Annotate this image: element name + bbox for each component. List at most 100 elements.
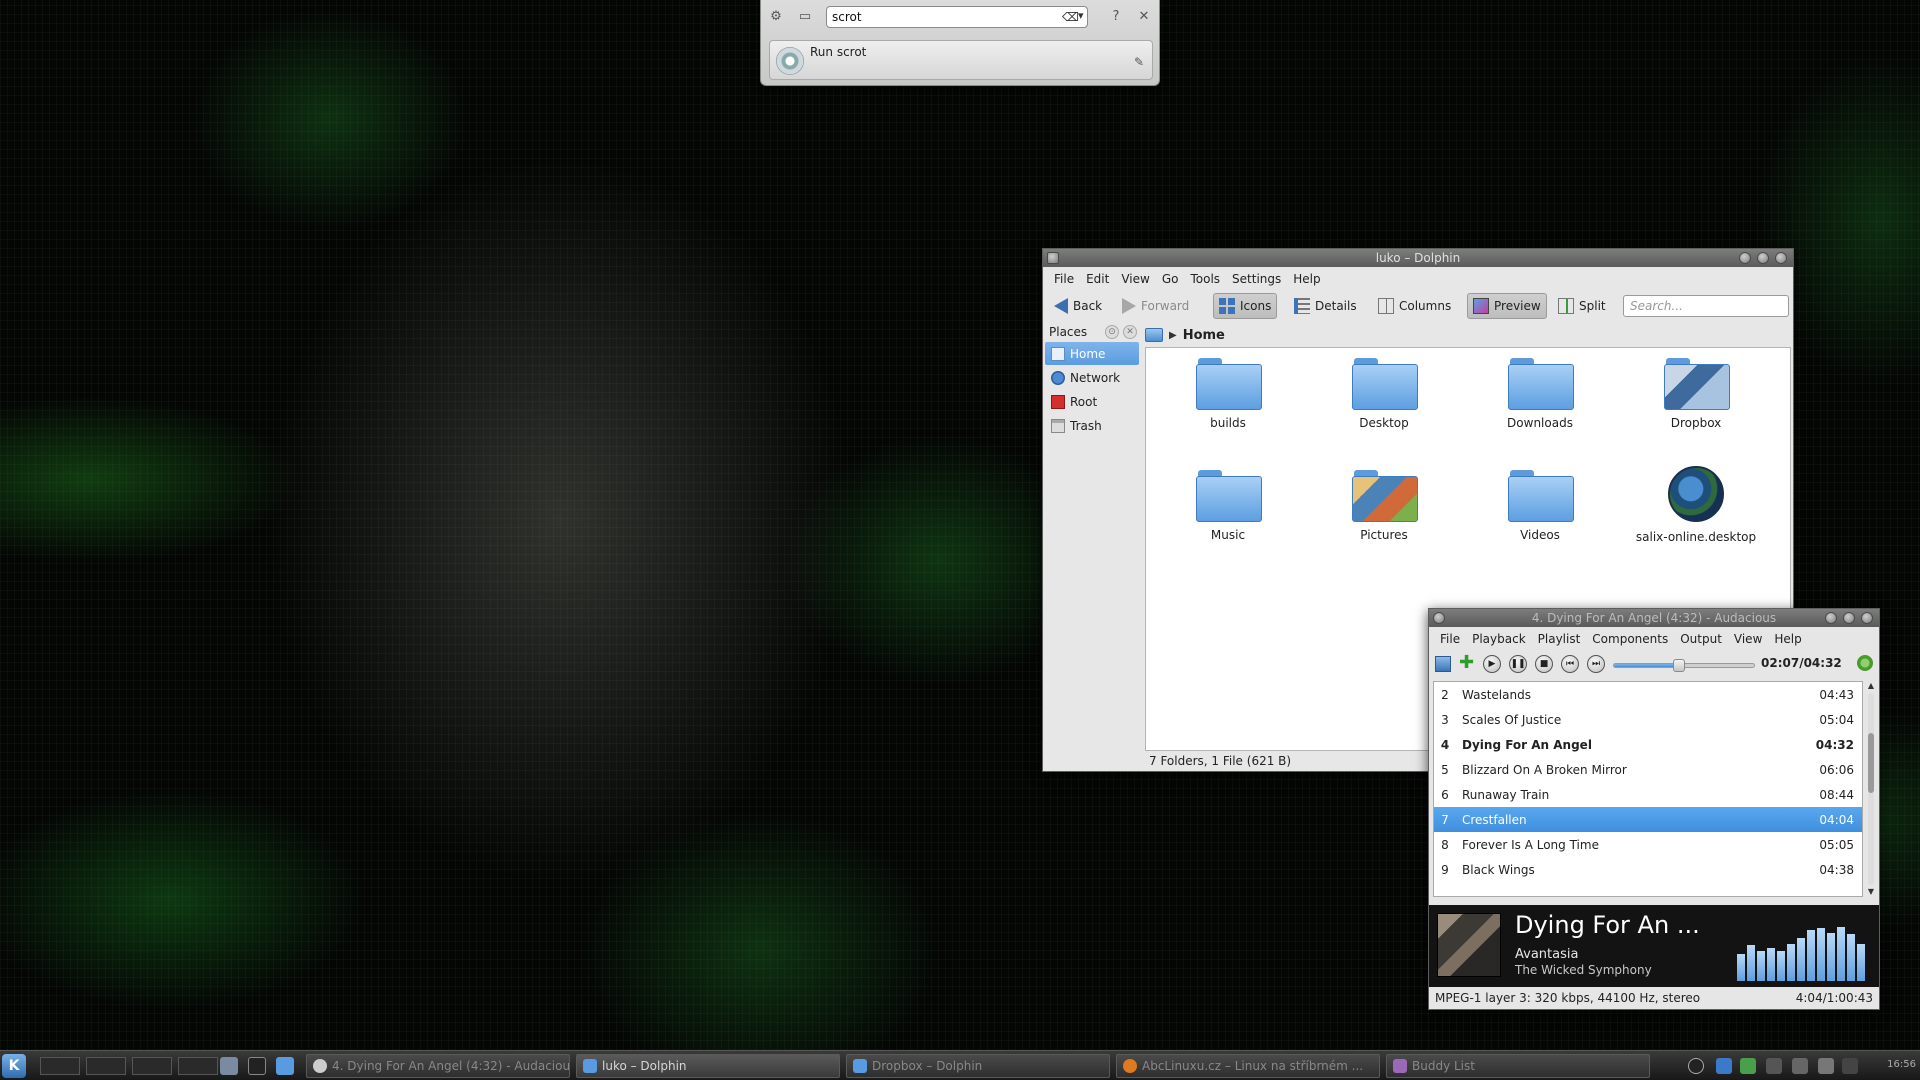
playlist-row[interactable]: 2 Wastelands 04:43 (1434, 682, 1862, 707)
help-icon[interactable]: ? (1108, 9, 1124, 25)
playlist-row[interactable]: 3 Scales Of Justice 05:04 (1434, 707, 1862, 732)
menu-view[interactable]: View (1729, 629, 1767, 651)
previous-button[interactable]: ⏮ (1561, 655, 1579, 673)
krunner-search-input[interactable] (826, 6, 1088, 28)
task-audacious[interactable]: 4. Dying For An Angel (4:32) - Audacious (306, 1054, 570, 1078)
breadcrumb-home-icon[interactable] (1145, 328, 1163, 342)
icons-view-button[interactable]: Icons (1213, 293, 1278, 319)
configure-icon[interactable]: ✎ (1134, 55, 1144, 69)
launcher-files-icon[interactable] (220, 1057, 238, 1075)
open-files-icon[interactable] (1435, 656, 1451, 672)
network-tray-icon[interactable] (1740, 1058, 1756, 1074)
info-tray-icon[interactable] (1688, 1058, 1704, 1074)
playlist-row[interactable]: 4 Dying For An Angel 04:32 (1434, 732, 1862, 757)
launcher-terminal-icon[interactable] (248, 1057, 266, 1075)
task-pidgin[interactable]: Buddy List (1386, 1054, 1650, 1078)
playlist-row[interactable]: 5 Blizzard On A Broken Mirror 06:06 (1434, 757, 1862, 782)
seek-handle[interactable] (1673, 659, 1686, 672)
history-dropdown-icon[interactable]: ▾ (1078, 9, 1084, 22)
search-input[interactable] (1623, 295, 1789, 317)
activity-icon[interactable]: ▭ (797, 9, 813, 25)
menu-view[interactable]: View (1116, 269, 1154, 291)
file-item-desktop[interactable]: Desktop (1314, 358, 1454, 430)
task-firefox[interactable]: AbcLinuxu.cz – Linux na stříbrném ... (1116, 1054, 1380, 1078)
clock[interactable]: 16:56 (1887, 1059, 1916, 1070)
columns-view-button[interactable]: Columns (1373, 293, 1456, 319)
playlist-row[interactable]: 7 Crestfallen 04:04 (1434, 807, 1862, 832)
close-icon[interactable]: ✕ (1136, 9, 1152, 25)
scroll-thumb[interactable] (1868, 733, 1874, 793)
playlist-scrollbar[interactable]: ▲ ▼ (1865, 681, 1877, 897)
window-menu-icon[interactable] (1047, 252, 1059, 264)
menu-tools[interactable]: Tools (1185, 269, 1225, 291)
panel-detach-icon[interactable]: ⊙ (1105, 325, 1119, 339)
kickoff-menu-icon[interactable]: K (2, 1054, 26, 1078)
keyboard-tray-icon[interactable] (1842, 1058, 1858, 1074)
minimize-button[interactable] (1739, 252, 1751, 264)
scroll-up-icon[interactable]: ▲ (1865, 681, 1877, 691)
minimize-button[interactable] (1825, 612, 1837, 624)
menu-help[interactable]: Help (1769, 629, 1806, 651)
file-item-downloads[interactable]: Downloads (1470, 358, 1610, 430)
play-button[interactable]: ▶ (1483, 655, 1501, 673)
back-button[interactable]: Back (1049, 293, 1107, 319)
menu-playlist[interactable]: Playlist (1533, 629, 1586, 651)
playlist-row[interactable]: 6 Runaway Train 08:44 (1434, 782, 1862, 807)
clipboard-tray-icon[interactable] (1766, 1058, 1782, 1074)
file-item-dropbox[interactable]: Dropbox (1626, 358, 1766, 430)
panel-close-icon[interactable]: ✕ (1123, 325, 1137, 339)
file-item-builds[interactable]: builds (1158, 358, 1298, 430)
menu-help[interactable]: Help (1288, 269, 1325, 291)
playlist-row[interactable]: 8 Forever Is A Long Time 05:05 (1434, 832, 1862, 857)
task-dolphin-luko[interactable]: luko – Dolphin (576, 1054, 840, 1078)
menu-playback[interactable]: Playback (1467, 629, 1531, 651)
pager-desktop-2[interactable] (86, 1057, 126, 1075)
battery-tray-icon[interactable] (1792, 1058, 1808, 1074)
scroll-track[interactable] (1868, 693, 1874, 885)
breadcrumb-current[interactable]: Home (1183, 328, 1225, 343)
pager-desktop-1[interactable] (40, 1057, 80, 1075)
menu-file[interactable]: File (1435, 629, 1465, 651)
stop-button[interactable]: ■ (1535, 655, 1553, 673)
places-item-network[interactable]: Network (1045, 366, 1141, 389)
scroll-down-icon[interactable]: ▼ (1865, 887, 1877, 897)
file-item-pictures[interactable]: Pictures (1314, 470, 1454, 542)
split-button[interactable]: Split (1553, 293, 1611, 319)
menu-go[interactable]: Go (1157, 269, 1184, 291)
close-button[interactable] (1775, 252, 1787, 264)
launcher-dolphin-icon[interactable] (276, 1057, 294, 1075)
dropbox-tray-icon[interactable] (1716, 1058, 1732, 1074)
menu-settings[interactable]: Settings (1227, 269, 1286, 291)
dolphin-titlebar[interactable]: luko – Dolphin (1043, 249, 1793, 267)
menu-edit[interactable]: Edit (1081, 269, 1114, 291)
forward-button[interactable]: Forward (1117, 293, 1194, 319)
places-item-home[interactable]: Home (1045, 342, 1139, 365)
pager-desktop-4[interactable] (178, 1057, 218, 1075)
file-item-salix-online[interactable]: salix-online.desktop (1626, 466, 1766, 544)
menu-file[interactable]: File (1049, 269, 1079, 291)
volume-icon[interactable] (1857, 655, 1873, 671)
menu-components[interactable]: Components (1587, 629, 1673, 651)
krunner-result-item[interactable]: Run scrot ✎ (769, 40, 1153, 80)
task-dolphin-dropbox[interactable]: Dropbox – Dolphin (846, 1054, 1110, 1078)
details-view-button[interactable]: Details (1289, 293, 1362, 319)
add-files-icon[interactable]: ✚ (1459, 653, 1474, 673)
volume-tray-icon[interactable] (1818, 1058, 1834, 1074)
seek-slider[interactable] (1613, 659, 1755, 672)
next-button[interactable]: ⏭ (1587, 655, 1605, 673)
window-menu-icon[interactable] (1433, 612, 1445, 624)
close-button[interactable] (1861, 612, 1873, 624)
audacious-titlebar[interactable]: 4. Dying For An Angel (4:32) - Audacious (1429, 609, 1879, 627)
maximize-button[interactable] (1843, 612, 1855, 624)
breadcrumb-separator-icon[interactable]: ▶ (1169, 330, 1177, 341)
menu-output[interactable]: Output (1675, 629, 1727, 651)
settings-gear-icon[interactable]: ⚙ (768, 9, 784, 25)
pager-desktop-3[interactable] (132, 1057, 172, 1075)
playlist-row[interactable]: 9 Black Wings 04:38 (1434, 857, 1862, 882)
playlist[interactable]: 2 Wastelands 04:43 3 Scales Of Justice 05:04 4… (1433, 681, 1863, 897)
preview-button[interactable]: Preview (1467, 293, 1547, 319)
clear-text-icon[interactable]: ⌫ (1062, 10, 1079, 24)
places-item-root[interactable]: Root (1045, 390, 1141, 413)
file-item-videos[interactable]: Videos (1470, 470, 1610, 542)
maximize-button[interactable] (1757, 252, 1769, 264)
